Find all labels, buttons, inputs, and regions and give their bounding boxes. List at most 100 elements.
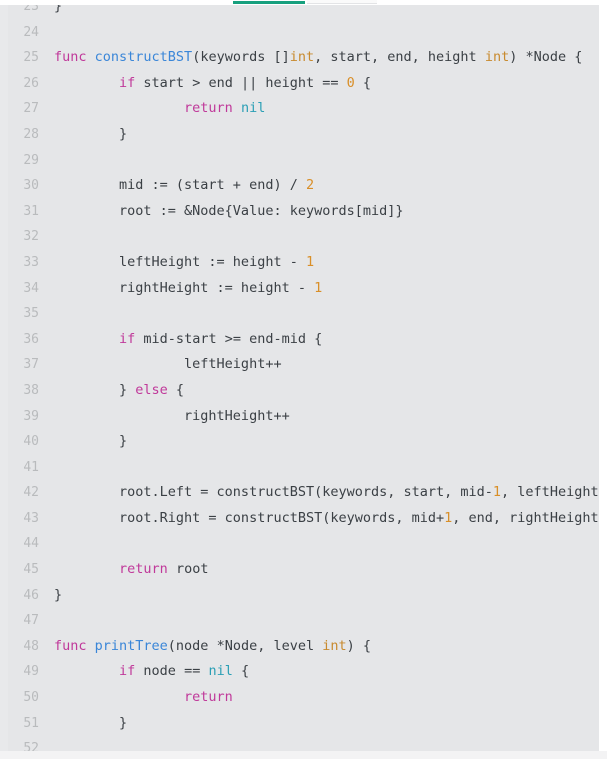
code-token: , start, end, height xyxy=(314,49,485,66)
line-content[interactable]: leftHeight := height - 1 xyxy=(49,250,599,276)
line-number: 26 xyxy=(23,75,39,91)
tab-inactive[interactable] xyxy=(307,0,377,4)
line-number: 27 xyxy=(23,101,39,117)
line-content[interactable]: leftHeight++ xyxy=(49,352,599,378)
code-line: 38 } else { xyxy=(0,378,599,404)
line-number: 48 xyxy=(23,638,39,654)
line-content[interactable]: return xyxy=(49,685,599,711)
line-number: 41 xyxy=(23,459,39,475)
line-content[interactable]: } xyxy=(49,429,599,455)
line-number: 49 xyxy=(23,664,39,680)
code-token: nil xyxy=(240,100,266,117)
line-content[interactable]: } xyxy=(49,711,599,737)
code-line: 26 if start > end || height == 0 { xyxy=(0,71,599,97)
line-content[interactable]: return root xyxy=(49,557,599,583)
line-content[interactable] xyxy=(49,608,599,634)
code-token: { xyxy=(167,381,185,398)
line-content[interactable]: func printTree(node *Node, level int) { xyxy=(49,634,599,660)
code-token: 1 xyxy=(492,484,502,501)
code-viewer[interactable]: 23} 24 25 func constructBST(keywords [] int… xyxy=(0,5,599,751)
line-content[interactable]: if node == nil { xyxy=(49,659,599,685)
line-content[interactable]: } xyxy=(49,122,599,148)
line-content[interactable]: root.Left = constructBST(keywords, start… xyxy=(49,480,599,506)
code-token: (keywords [] xyxy=(192,49,290,66)
code-token: return xyxy=(184,689,233,706)
bottom-band xyxy=(0,751,607,759)
code-token: } xyxy=(54,433,128,450)
line-content[interactable] xyxy=(49,301,599,327)
code-token: constructBST xyxy=(94,49,193,66)
line-number: 25 xyxy=(23,50,39,66)
line-number: 50 xyxy=(23,690,39,706)
code-line: 43 root.Right = constructBST(keywords, m… xyxy=(0,506,599,532)
code-token: (node *Node, level xyxy=(167,637,323,654)
code-line: 33 leftHeight := height - 1 xyxy=(0,250,599,276)
code-lines-body: 23} 24 25 func constructBST(keywords [] int… xyxy=(0,5,599,751)
line-content[interactable] xyxy=(49,455,599,481)
line-content[interactable]: func constructBST(keywords [] int, start,… xyxy=(49,45,599,71)
line-number: 24 xyxy=(23,24,39,40)
code-token: { xyxy=(232,663,250,680)
code-line: 32 xyxy=(0,224,599,250)
code-line: 52 xyxy=(0,736,599,751)
line-content[interactable]: if start > end || height == 0 { xyxy=(49,71,599,97)
code-token: nil xyxy=(208,663,233,680)
line-content[interactable]: } else { xyxy=(49,378,599,404)
line-content[interactable] xyxy=(49,148,599,174)
line-content[interactable]: rightHeight := height - 1 xyxy=(49,276,599,302)
code-line: 36 if mid-start >= end-mid { xyxy=(0,327,599,353)
line-number: 28 xyxy=(23,126,39,142)
code-token: return xyxy=(119,561,168,578)
code-token: func xyxy=(54,49,95,66)
line-content[interactable]: root.Right = constructBST(keywords, mid+… xyxy=(49,506,599,532)
line-content[interactable]: return nil xyxy=(49,96,599,122)
code-token: } xyxy=(54,5,63,14)
code-token: root.Right = constructBST(keywords, mid+ xyxy=(54,509,445,526)
code-token: root.Left = constructBST(keywords, start… xyxy=(54,484,493,501)
code-token: , leftHeight) xyxy=(501,484,599,501)
line-content[interactable]: root := &Node{Value: keywords[mid]} xyxy=(49,199,599,225)
line-content[interactable] xyxy=(49,224,599,250)
line-number: 47 xyxy=(23,613,39,629)
line-number: 38 xyxy=(23,382,39,398)
line-content[interactable]: } xyxy=(49,583,599,609)
line-number: 46 xyxy=(23,587,39,603)
line-number: 51 xyxy=(23,715,39,731)
code-token: int xyxy=(484,49,510,66)
code-line: 23} xyxy=(0,5,599,20)
code-token: } xyxy=(54,381,136,398)
code-token: leftHeight++ xyxy=(54,356,282,373)
code-line: 39 rightHeight++ xyxy=(0,404,599,430)
code-token: if xyxy=(119,74,136,91)
code-line: 51 } xyxy=(0,711,599,737)
right-margin xyxy=(599,0,607,759)
code-line: 31 root := &Node{Value: keywords[mid]} xyxy=(0,199,599,225)
code-line: 42 root.Left = constructBST(keywords, st… xyxy=(0,480,599,506)
code-token: 1 xyxy=(305,253,315,270)
code-token: node == xyxy=(135,663,209,680)
line-content[interactable]: if mid-start >= end-mid { xyxy=(49,327,599,353)
line-content[interactable]: rightHeight++ xyxy=(49,404,599,430)
code-token: rightHeight := height - xyxy=(54,279,315,296)
code-token: root xyxy=(167,561,209,578)
line-number: 44 xyxy=(23,536,39,552)
line-number: 33 xyxy=(23,254,39,270)
line-number: 42 xyxy=(23,485,39,501)
code-line: 41 xyxy=(0,455,599,481)
code-token: leftHeight := height - xyxy=(54,253,306,270)
line-number: 34 xyxy=(23,280,39,296)
line-content[interactable] xyxy=(49,736,599,751)
line-content[interactable]: mid := (start + end) / 2 xyxy=(49,173,599,199)
line-content[interactable]: } xyxy=(49,5,599,20)
line-content[interactable] xyxy=(49,531,599,557)
line-number: 43 xyxy=(23,510,39,526)
code-line: 46} xyxy=(0,583,599,609)
tab-active[interactable] xyxy=(233,0,305,4)
code-token: } xyxy=(54,586,63,603)
line-content[interactable] xyxy=(49,20,599,46)
code-token: printTree xyxy=(94,637,168,654)
code-line: 37 leftHeight++ xyxy=(0,352,599,378)
